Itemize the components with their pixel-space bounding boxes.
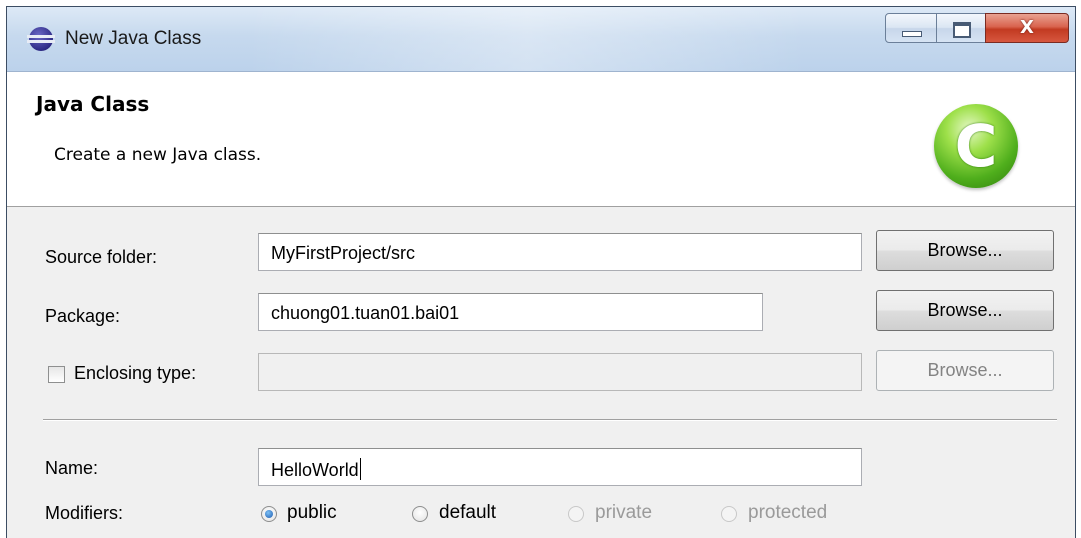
modifier-protected-label: protected [748, 502, 828, 523]
text-caret [359, 458, 361, 480]
wizard-description: Create a new Java class. [54, 145, 262, 165]
java-class-icon: C [934, 104, 1018, 188]
minimize-icon [902, 31, 922, 37]
modifier-public-radio[interactable] [261, 506, 277, 522]
modifier-private-radio [568, 506, 584, 522]
close-button[interactable]: X [985, 13, 1069, 43]
source-folder-input[interactable]: MyFirstProject/src [258, 233, 862, 271]
new-java-class-dialog: New Java Class X Java Class Create a new… [6, 6, 1076, 538]
modifier-default-radio[interactable] [412, 506, 428, 522]
modifier-protected-radio [721, 506, 737, 522]
modifiers-label: Modifiers: [45, 503, 124, 523]
enclosing-type-label: Enclosing type: [74, 363, 197, 383]
maximize-icon [953, 22, 971, 38]
name-input[interactable]: HelloWorld [258, 448, 862, 486]
wizard-title: Java Class [36, 92, 150, 116]
package-label: Package: [45, 306, 121, 326]
package-browse-button[interactable]: Browse... [876, 290, 1054, 331]
close-icon: X [1020, 17, 1034, 38]
minimize-button[interactable] [885, 13, 937, 43]
section-separator [43, 419, 1057, 421]
name-label: Name: [45, 458, 99, 478]
enclosing-type-checkbox[interactable] [48, 366, 65, 383]
maximize-button[interactable] [936, 13, 986, 43]
name-input-value: HelloWorld [271, 460, 359, 480]
title-bar: New Java Class X [7, 7, 1075, 72]
window-title: New Java Class [65, 28, 202, 49]
wizard-header: Java Class Create a new Java class. C [7, 72, 1075, 207]
modifier-private-label: private [595, 502, 653, 523]
modifier-default-label[interactable]: default [439, 502, 496, 524]
source-folder-browse-button[interactable]: Browse... [876, 230, 1054, 271]
source-folder-label: Source folder: [45, 247, 158, 267]
java-class-icon-letter: C [954, 112, 998, 180]
enclosing-type-input [258, 353, 862, 391]
enclosing-type-browse-button: Browse... [876, 350, 1054, 391]
eclipse-icon [27, 27, 55, 51]
package-input[interactable]: chuong01.tuan01.bai01 [258, 293, 763, 331]
modifier-public-label[interactable]: public [287, 502, 337, 524]
title-bar-shine [247, 7, 807, 71]
